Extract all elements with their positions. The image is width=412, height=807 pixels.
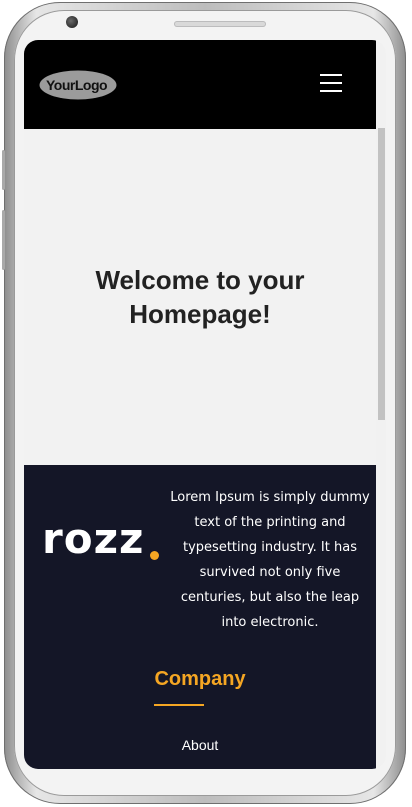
- footer-description: Lorem Ipsum is simply dummy text of the …: [170, 490, 370, 630]
- page-title: Welcome to your Homepage!: [95, 265, 305, 329]
- phone-screen: YourLogo Welcome to your Homepage! rozz …: [24, 40, 386, 769]
- site-header: YourLogo: [24, 40, 376, 129]
- logo-text: YourLogo: [46, 77, 107, 93]
- hamburger-icon[interactable]: [320, 74, 342, 92]
- hero-section: Welcome to your Homepage!: [24, 129, 376, 465]
- scrollbar-thumb[interactable]: [378, 128, 385, 420]
- scrollbar[interactable]: [376, 40, 386, 769]
- footer-link-about[interactable]: About: [24, 737, 376, 753]
- company-heading-underline: [154, 704, 204, 706]
- volume-button: [2, 150, 5, 190]
- company-heading: Company: [154, 668, 246, 690]
- speaker-grille: [174, 21, 266, 27]
- power-button: [2, 210, 5, 270]
- footer-brand-logo: rozz: [42, 514, 145, 563]
- brand-dot: [150, 551, 159, 560]
- camera-icon: [66, 16, 78, 28]
- site-footer: rozz Lorem Ipsum is simply dummy text of…: [24, 465, 376, 769]
- logo[interactable]: YourLogo: [39, 70, 117, 100]
